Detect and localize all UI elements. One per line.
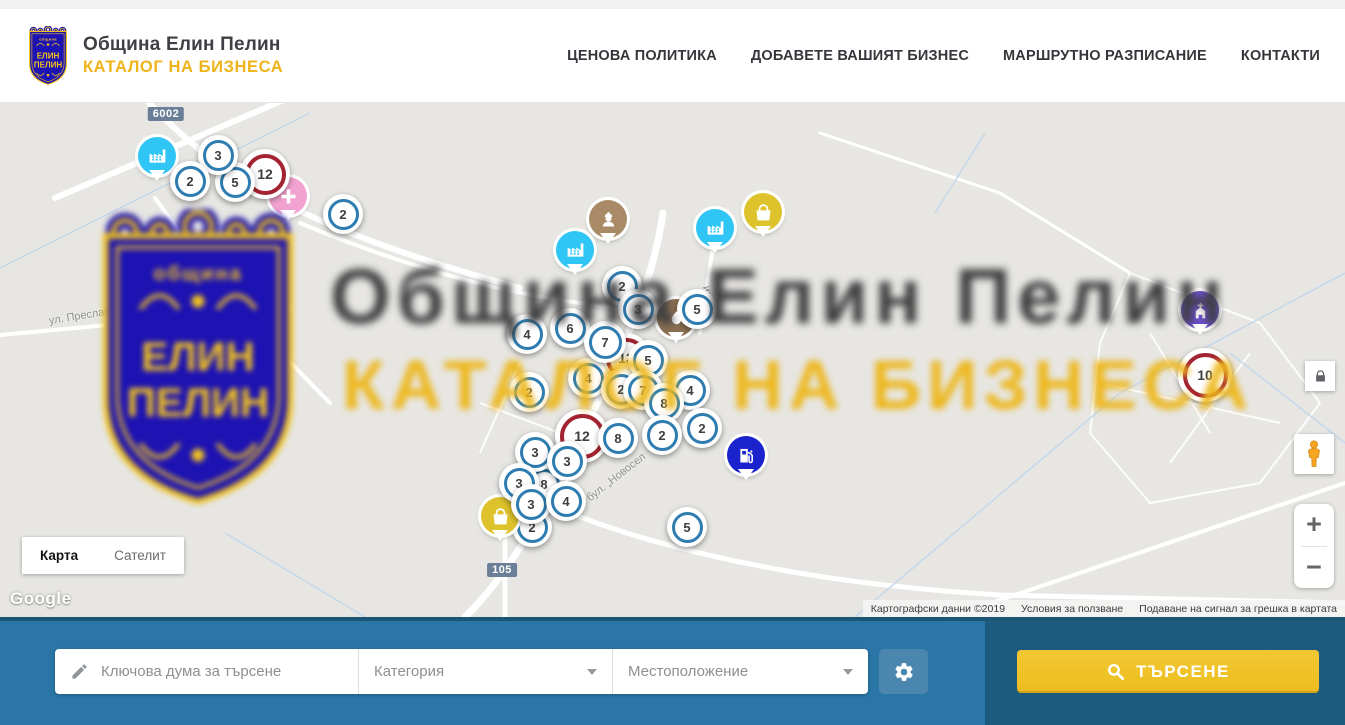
- chevron-down-icon: [843, 669, 853, 675]
- location-select[interactable]: Местоположение: [612, 649, 868, 694]
- cluster-marker[interactable]: 4: [507, 314, 547, 354]
- keyword-field: [55, 649, 358, 694]
- search-button-label: ТЪРСЕНЕ: [1136, 662, 1230, 682]
- church-pin-marker[interactable]: [1181, 291, 1219, 329]
- cluster-marker[interactable]: 2: [642, 415, 682, 455]
- gear-icon: [893, 661, 915, 683]
- factory-pin-marker[interactable]: [138, 137, 176, 175]
- attribution-link[interactable]: Подаване на сигнал за грешка в картата: [1139, 603, 1337, 615]
- category-select-label: Категория: [374, 663, 444, 680]
- nav-item[interactable]: МАРШРУТНО РАЗПИСАНИЕ: [1003, 48, 1207, 64]
- svg-text:ПЕЛИН: ПЕЛИН: [34, 60, 63, 69]
- cluster-marker[interactable]: 2: [682, 408, 722, 448]
- site-logo[interactable]: община ЕЛИН ПЕЛИН Община Елин Пелин КАТА…: [25, 26, 283, 86]
- cluster-marker[interactable]: 3: [547, 441, 587, 481]
- zoom-out-button[interactable]: −: [1294, 546, 1334, 588]
- zoom-control: + −: [1294, 504, 1334, 588]
- chevron-down-icon: [587, 669, 597, 675]
- pegman-control[interactable]: [1294, 434, 1334, 474]
- svg-text:ЕЛИН: ЕЛИН: [37, 51, 60, 60]
- cluster-marker[interactable]: 8: [598, 418, 638, 458]
- zoom-in-button[interactable]: +: [1294, 504, 1334, 546]
- lock-icon: [1313, 369, 1328, 384]
- cluster-marker[interactable]: 3: [618, 289, 658, 329]
- map-type-map-button[interactable]: Карта: [22, 537, 96, 574]
- site-title: Община Елин Пелин: [83, 34, 283, 56]
- cluster-marker[interactable]: 2: [323, 194, 363, 234]
- keyword-input[interactable]: [101, 663, 331, 680]
- pencil-icon: [70, 662, 89, 681]
- svg-text:община: община: [39, 36, 57, 41]
- cluster-marker[interactable]: 10: [1178, 348, 1232, 402]
- nav-item[interactable]: ЦЕНОВА ПОЛИТИКА: [567, 48, 717, 64]
- worker-pin-marker[interactable]: [589, 200, 627, 238]
- map-type-control: Карта Сателит: [22, 537, 184, 574]
- cluster-marker[interactable]: 7: [584, 321, 626, 363]
- location-select-label: Местоположение: [628, 663, 748, 680]
- header: община ЕЛИН ПЕЛИН Община Елин Пелин КАТА…: [0, 9, 1345, 103]
- nav-item[interactable]: ДОБАВЕТЕ ВАШИЯТ БИЗНЕС: [751, 48, 969, 64]
- search-submit-button[interactable]: ТЪРСЕНЕ: [1017, 650, 1319, 693]
- nav-item[interactable]: КОНТАКТИ: [1241, 48, 1320, 64]
- cluster-marker[interactable]: 2: [170, 161, 210, 201]
- cluster-marker[interactable]: 3: [511, 484, 551, 524]
- bag-pin-marker[interactable]: [744, 193, 782, 231]
- attribution-text: Картографски данни ©2019: [871, 603, 1005, 615]
- attribution-link[interactable]: Условия за ползване: [1021, 603, 1123, 615]
- search-fields-group: Категория Местоположение: [55, 649, 868, 694]
- search-icon: [1106, 662, 1125, 681]
- search-button-panel: ТЪРСЕНЕ: [985, 621, 1345, 725]
- google-logo[interactable]: Google: [10, 589, 72, 609]
- cluster-marker[interactable]: 5: [667, 507, 707, 547]
- marker-layer: 125322134282235647547822128233334510: [0, 103, 1345, 617]
- cluster-marker[interactable]: 4: [546, 481, 586, 521]
- map-attribution: Картографски данни ©2019 Условия за ползв…: [863, 600, 1345, 617]
- map-type-satellite-button[interactable]: Сателит: [96, 537, 184, 574]
- factory-pin-marker[interactable]: [696, 209, 734, 247]
- pegman-icon: [1304, 439, 1324, 469]
- main-nav: ЦЕНОВА ПОЛИТИКА ДОБАВЕТЕ ВАШИЯТ БИЗНЕС МАР…: [567, 48, 1320, 64]
- page-top-strip: [0, 0, 1345, 9]
- factory-pin-marker[interactable]: [556, 231, 594, 269]
- map-canvas[interactable]: ул. Преславбул. „Новоселици6002105 12532…: [0, 103, 1345, 617]
- municipality-crest-icon: община ЕЛИН ПЕЛИН: [25, 26, 71, 86]
- streetview-lock-button[interactable]: [1305, 361, 1335, 391]
- cluster-marker[interactable]: 2: [509, 372, 549, 412]
- advanced-search-button[interactable]: [879, 649, 928, 694]
- site-subtitle: КАТАЛОГ НА БИЗНЕСА: [83, 58, 283, 77]
- fuel-pin-marker[interactable]: [727, 436, 765, 474]
- category-select[interactable]: Категория: [358, 649, 612, 694]
- search-bar: Категория Местоположение ТЪРСЕНЕ: [0, 617, 1345, 725]
